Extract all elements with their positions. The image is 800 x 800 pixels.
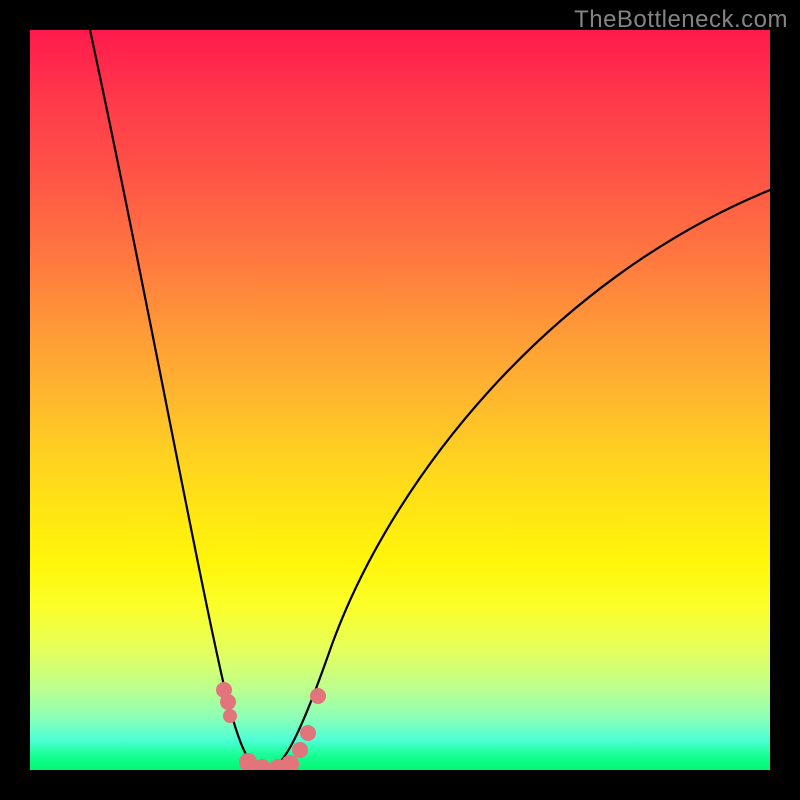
data-point — [292, 742, 308, 758]
data-points — [216, 682, 326, 770]
bottleneck-curve — [90, 30, 770, 770]
data-point — [310, 688, 326, 704]
data-point — [223, 709, 237, 723]
curve-layer — [30, 30, 770, 770]
watermark-text: TheBottleneck.com — [574, 6, 788, 34]
plot-area — [30, 30, 770, 770]
data-point — [300, 725, 316, 741]
chart-frame: TheBottleneck.com — [0, 0, 800, 800]
data-point — [220, 694, 236, 710]
